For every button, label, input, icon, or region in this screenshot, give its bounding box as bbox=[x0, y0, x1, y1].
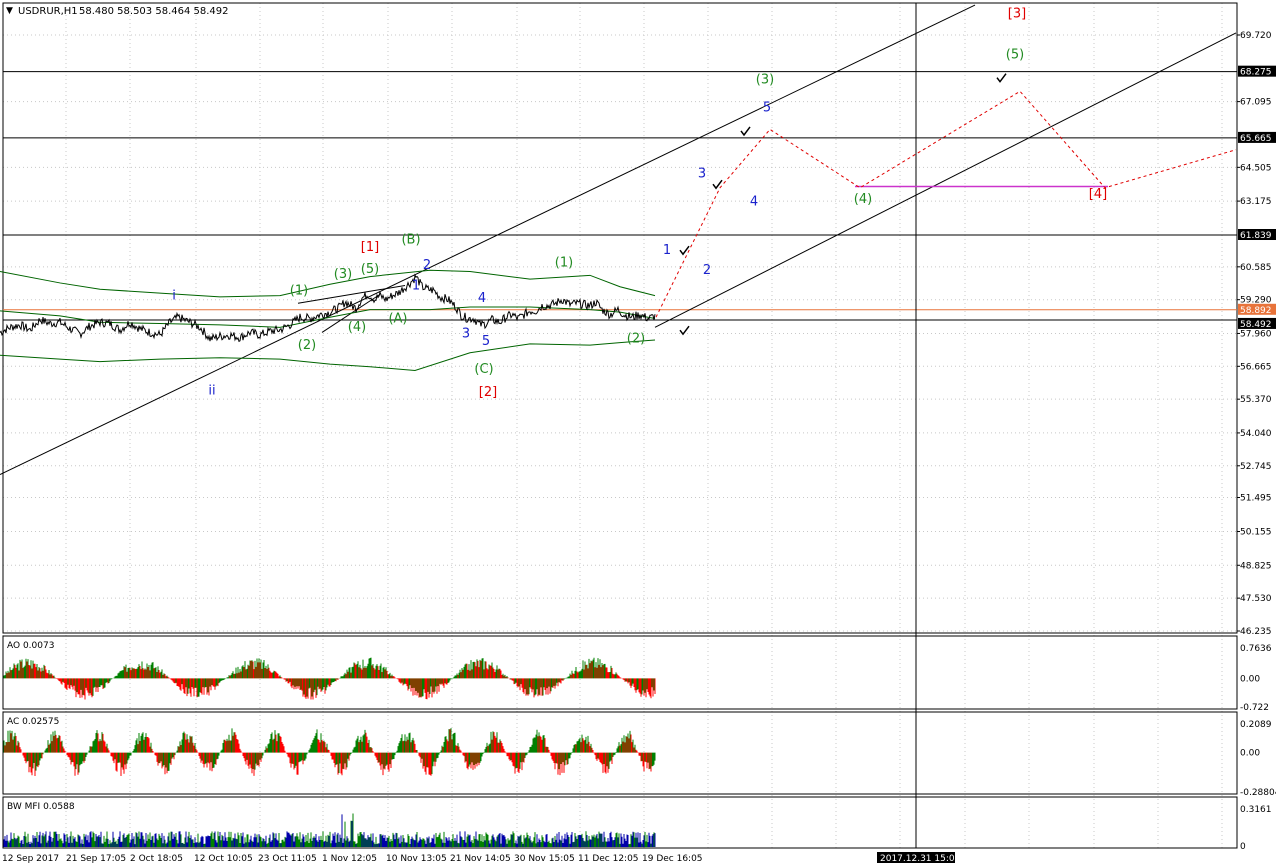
price-tick-label: 57.960 bbox=[1240, 329, 1272, 339]
symbol-label: USDRUR,H1 bbox=[18, 6, 78, 17]
indicator-tick-ao: 0.00 bbox=[1240, 674, 1260, 684]
wave-label: 2 bbox=[703, 263, 711, 278]
price-tick-label: 54.040 bbox=[1240, 429, 1272, 439]
wave-label: (2) bbox=[298, 338, 316, 353]
indicator-label-mfi: BW MFI 0.0588 bbox=[7, 802, 75, 812]
time-label: 21 Nov 14:05 bbox=[450, 854, 511, 864]
indicator-panels: AO 0.0073 0.7636 0.00 -0.722 AC 0.02575 0.208… bbox=[2, 635, 1276, 852]
indicator-tick-ao: -0.722 bbox=[1240, 703, 1269, 713]
wave-label: 4 bbox=[750, 195, 758, 210]
envelope-line-0 bbox=[0, 269, 656, 298]
checkmark-icon bbox=[679, 245, 690, 256]
price-tick-label: 55.370 bbox=[1240, 395, 1272, 405]
time-label: 21 Sep 17:05 bbox=[66, 854, 126, 864]
wave-label: (4) bbox=[348, 320, 366, 335]
time-label: 10 Nov 13:05 bbox=[386, 854, 447, 864]
wave-label: (3) bbox=[334, 267, 352, 282]
price-tick-label: 47.530 bbox=[1240, 594, 1272, 604]
price-tick-label: 48.825 bbox=[1240, 561, 1272, 571]
time-label: 30 Nov 15:05 bbox=[514, 854, 575, 864]
indicator-tick-ac: -0.28804 bbox=[1240, 788, 1276, 798]
level-label-61.839: 61.839 bbox=[1240, 231, 1272, 241]
time-label: 2 Oct 18:05 bbox=[130, 854, 183, 864]
wave-label: [2] bbox=[479, 385, 497, 400]
ohlc-quote: 58.480 58.503 58.464 58.492 bbox=[79, 6, 229, 17]
indicator-label-ac: AC 0.02575 bbox=[7, 717, 59, 727]
main-frame bbox=[2, 2, 1238, 634]
channel-line bbox=[654, 32, 1237, 328]
wave-label: 2 bbox=[423, 258, 431, 273]
indicator-tick-mfi: 0.3161 bbox=[1240, 805, 1272, 815]
wave-label: (2) bbox=[627, 332, 645, 347]
wave-label: 1 bbox=[663, 243, 671, 258]
price-tick-label: 64.505 bbox=[1240, 163, 1272, 173]
indicator-label-ao: AO 0.0073 bbox=[7, 641, 54, 651]
wave-label: (B) bbox=[401, 233, 420, 248]
price-panel[interactable]: iii(1)(2)(3)(4)(5)[1](A)(B)12435(C)[2](1… bbox=[0, 2, 1238, 848]
time-label: 12 Oct 10:05 bbox=[194, 854, 253, 864]
price-tick-label: 51.495 bbox=[1240, 494, 1272, 504]
checkmark-icon bbox=[996, 73, 1007, 83]
indicator-tick-mfi: 0 bbox=[1240, 842, 1246, 852]
chart-canvas[interactable]: iii(1)(2)(3)(4)(5)[1](A)(B)12435(C)[2](1… bbox=[0, 0, 1276, 868]
chart-header: ▼ USDRUR,H1 58.480 58.503 58.464 58.492 bbox=[6, 6, 229, 17]
price-tick-label: 63.175 bbox=[1240, 197, 1272, 207]
wave-label: [1] bbox=[361, 240, 379, 255]
indicator-tick-ac: 0.00 bbox=[1240, 749, 1260, 759]
checkmark-icon bbox=[740, 126, 751, 137]
wave-label: (1) bbox=[290, 283, 308, 298]
wave-label: 5 bbox=[482, 334, 490, 349]
time-label: 1 Nov 12:05 bbox=[322, 854, 377, 864]
wave-label: (C) bbox=[474, 362, 493, 377]
indicator-frame-ao bbox=[2, 635, 1238, 710]
level-label-58.492: 58.492 bbox=[1240, 320, 1272, 330]
wave-label: (3) bbox=[756, 73, 774, 88]
wave-label: 3 bbox=[698, 167, 706, 182]
indicator-frame-ac bbox=[2, 711, 1238, 795]
price-tick-label: 56.665 bbox=[1240, 362, 1272, 372]
wave-label: (4) bbox=[854, 192, 872, 207]
wave-label: 3 bbox=[462, 327, 470, 342]
level-label-65.665: 65.665 bbox=[1240, 134, 1272, 144]
wave-label: 1 bbox=[412, 278, 420, 293]
grid-lines bbox=[2, 3, 1237, 848]
crosshair-time-label: 2017.12.31 15:05 bbox=[880, 854, 960, 864]
price-tick-label: 67.095 bbox=[1240, 98, 1272, 108]
indicator-tick-ao: 0.7636 bbox=[1240, 644, 1272, 654]
price-tick-label: 69.720 bbox=[1240, 31, 1272, 41]
time-label: 19 Dec 16:05 bbox=[642, 854, 703, 864]
time-axis: 12 Sep 2017 21 Sep 17:05 2 Oct 18:05 12 Oct… bbox=[2, 852, 960, 864]
wave-label: (1) bbox=[555, 255, 573, 270]
wave-label: ii bbox=[208, 384, 215, 399]
price-tick-label: 50.155 bbox=[1240, 528, 1272, 538]
price-tick-label: 46.235 bbox=[1240, 627, 1272, 637]
price-tick-label: 60.585 bbox=[1240, 263, 1272, 273]
time-label: 11 Dec 12:05 bbox=[578, 854, 639, 864]
wave-label: (5) bbox=[1006, 47, 1024, 62]
level-label-68.275: 68.275 bbox=[1240, 68, 1272, 78]
level-label-58.892: 58.892 bbox=[1240, 306, 1272, 316]
indicator-tick-ac: 0.2089 bbox=[1240, 720, 1272, 730]
time-label: 12 Sep 2017 bbox=[2, 854, 59, 864]
wave-label: i bbox=[172, 288, 176, 303]
wave-label: [4] bbox=[1089, 187, 1107, 202]
menu-triangle-icon[interactable]: ▼ bbox=[6, 6, 13, 16]
wave-label: (5) bbox=[361, 262, 379, 277]
wave-label: [3] bbox=[1008, 7, 1026, 22]
wave-label: (A) bbox=[388, 311, 407, 326]
time-label: 23 Oct 11:05 bbox=[258, 854, 317, 864]
price-tick-label: 52.745 bbox=[1240, 462, 1272, 472]
wave-label: 4 bbox=[478, 291, 486, 306]
price-axis: 69.72067.09564.50563.17560.58559.29057.9… bbox=[1237, 31, 1276, 637]
wave-label: 5 bbox=[763, 101, 771, 116]
